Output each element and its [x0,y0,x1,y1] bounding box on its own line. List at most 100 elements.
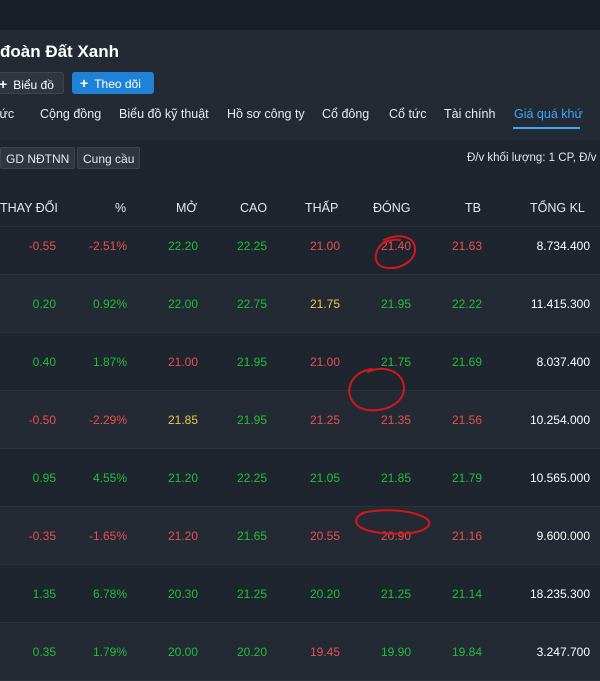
cell-high: 22.75 [236,297,267,311]
col-change[interactable]: THAY ĐỔI [0,201,58,215]
cell-volume: 9.600.000 [536,529,590,543]
table-row: 0.40 1.87% 21.00 21.95 21.00 21.75 21.69 8.037.… [0,333,600,391]
cell-pct: 6.78% [92,587,127,601]
cell-change: -0.35 [28,529,56,543]
cell-avg: 21.69 [451,355,482,369]
col-total-volume[interactable]: TỔNG KL [530,201,585,215]
cell-change: -0.50 [28,413,56,427]
cell-pct: 0.92% [92,297,127,311]
top-band [0,0,600,30]
plus-icon: + [0,76,8,92]
cell-high: 21.95 [236,355,267,369]
tab-bar: tức Cộng đồng Biểu đồ kỹ thuật Hồ sơ côn… [0,101,600,131]
cell-close: 21.25 [380,587,411,601]
cell-change: 0.95 [32,471,56,485]
tab-community[interactable]: Cộng đồng [40,107,101,121]
company-title: đoàn Đất Xanh [0,42,120,61]
cell-high: 21.95 [236,413,267,427]
cell-close: 21.75 [380,355,411,369]
cell-change: 0.40 [32,355,56,369]
follow-button-label: Theo dõi [94,77,141,91]
cell-high: 22.25 [236,239,267,253]
cell-volume: 11.415.300 [530,297,590,311]
cell-change: 1.35 [32,587,56,601]
cell-avg: 21.56 [451,413,482,427]
cell-pct: -2.29% [88,413,127,427]
cell-high: 21.65 [236,529,267,543]
cell-close: 21.95 [380,297,411,311]
table-row: -0.50 -2.29% 21.85 21.95 21.25 21.35 21.56 10.2… [0,391,600,449]
cell-avg: 21.16 [451,529,482,543]
tab-price-history[interactable]: Giá quá khứ [514,107,583,121]
cell-high: 22.25 [236,471,267,485]
cell-low: 21.25 [309,413,340,427]
cell-volume: 3.247.700 [536,645,590,659]
tab-technical-chart[interactable]: Biểu đồ kỹ thuật [119,107,209,121]
table-row: 0.95 4.55% 21.20 22.25 21.05 21.85 21.79 10.565… [0,449,600,507]
col-high[interactable]: CAO [240,201,267,215]
cell-avg: 21.14 [451,587,482,601]
cell-close: 19.90 [380,645,411,659]
cell-pct: 4.55% [92,471,127,485]
cell-avg: 22.22 [451,297,482,311]
cell-pct: 1.79% [92,645,127,659]
cell-high: 20.20 [236,645,267,659]
cell-open: 20.00 [167,645,198,659]
col-percent[interactable]: % [115,201,126,215]
cell-pct: -2.51% [88,239,127,253]
cell-change: 0.20 [32,297,56,311]
cell-avg: 21.79 [451,471,482,485]
table-row: -0.35 -1.65% 21.20 21.65 20.55 20.90 21.16 9.60… [0,507,600,565]
cell-low: 21.00 [309,239,340,253]
cell-avg: 21.63 [451,239,482,253]
cell-open: 21.20 [167,529,198,543]
cell-low: 21.05 [309,471,340,485]
cell-low: 20.20 [309,587,340,601]
cell-open: 21.20 [167,471,198,485]
chart-button[interactable]: + Biểu đồ [0,72,64,94]
tab-financials[interactable]: Tài chính [444,107,495,121]
tab-shareholders[interactable]: Cổ đông [322,107,369,121]
cell-open: 20.30 [167,587,198,601]
cell-low: 21.00 [309,355,340,369]
cell-low: 20.55 [309,529,340,543]
active-tab-indicator [513,127,580,129]
cell-volume: 8.734.400 [536,239,590,253]
col-close[interactable]: ĐÓNG [373,201,411,215]
cell-volume: 8.037.400 [536,355,590,369]
cell-close: 21.40 [380,239,411,253]
col-open[interactable]: MỞ [176,201,197,215]
cell-pct: -1.65% [88,529,127,543]
cell-high: 21.25 [236,587,267,601]
cell-pct: 1.87% [92,355,127,369]
cell-avg: 19.84 [451,645,482,659]
tab-company-profile[interactable]: Hồ sơ công ty [227,107,305,121]
cell-low: 19.45 [309,645,340,659]
follow-button[interactable]: + Theo dõi [72,72,154,94]
unit-note: Đ/v khối lượng: 1 CP, Đ/v g [466,152,600,164]
table-row: 0.20 0.92% 22.00 22.75 21.75 21.95 22.22 11.415… [0,275,600,333]
cell-low: 21.75 [309,297,340,311]
cell-close: 21.85 [380,471,411,485]
chart-button-label: Biểu đồ [13,78,54,92]
cell-open: 21.85 [167,413,198,427]
table-row: -0.55 -2.51% 22.20 22.25 21.00 21.40 21.63 8.73… [0,217,600,275]
cell-volume: 18.235.300 [529,587,590,601]
cell-open: 21.00 [167,355,198,369]
table-row: 1.35 6.78% 20.30 21.25 20.20 21.25 21.14 18.235… [0,565,600,623]
cell-volume: 10.565.000 [529,471,590,485]
cell-close: 20.90 [380,529,411,543]
col-low[interactable]: THẤP [305,201,338,215]
cell-open: 22.00 [167,297,198,311]
tab-dividends[interactable]: Cổ tức [389,107,427,121]
col-average[interactable]: TB [465,201,481,215]
cell-change: -0.55 [28,239,56,253]
cell-change: 0.35 [32,645,56,659]
cell-volume: 10.254.000 [529,413,590,427]
supply-demand-button[interactable]: Cung cầu [77,147,141,169]
foreign-trading-button[interactable]: GD NĐTNN [0,147,76,169]
tab-news[interactable]: tức [0,107,14,121]
table-row: 0.35 1.79% 20.00 20.20 19.45 19.90 19.84 3.247.… [0,623,600,681]
cell-close: 21.35 [380,413,411,427]
plus-icon: + [80,75,89,91]
